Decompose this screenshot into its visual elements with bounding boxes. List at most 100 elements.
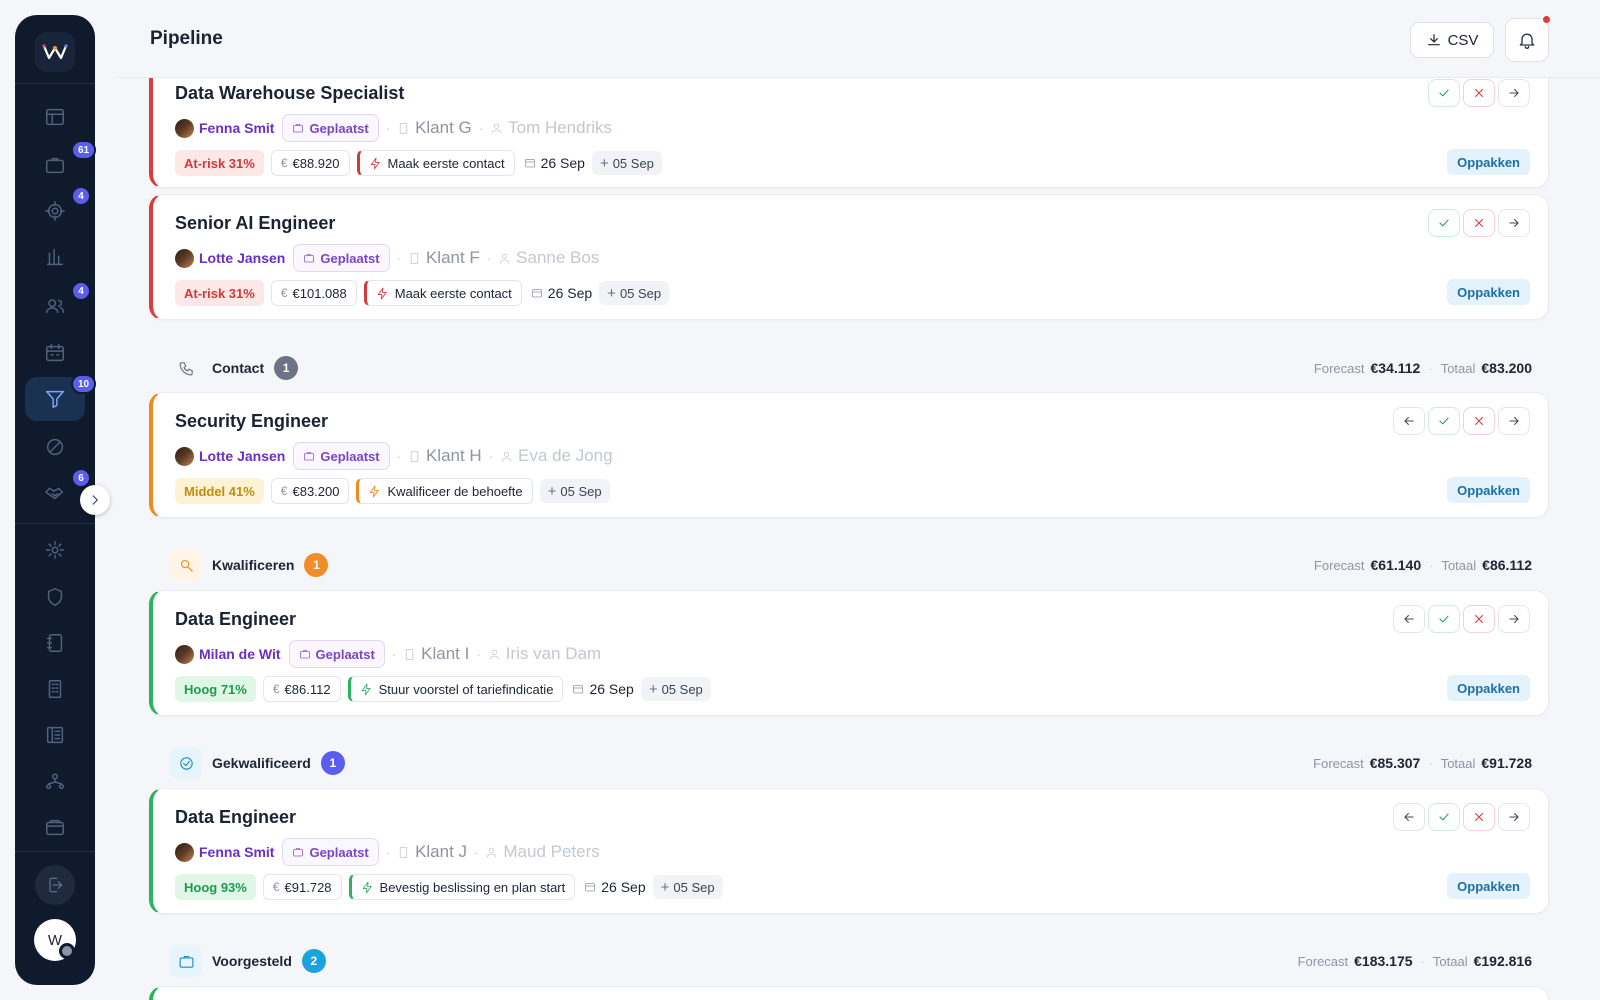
owner-name[interactable]: Fenna Smit bbox=[199, 120, 274, 136]
next-action-chip[interactable]: Stuur voorstel of tariefindicatie bbox=[347, 676, 564, 702]
contact-link[interactable]: Tom Hendriks bbox=[490, 118, 612, 138]
stage-header-gekwalificeerd[interactable]: Gekwalificeerd 1 Forecast €85.307 · Tota… bbox=[170, 747, 1532, 779]
client-link[interactable]: Klant H bbox=[408, 446, 482, 466]
status-tag: Geplaatst bbox=[282, 114, 379, 142]
owner-name[interactable]: Lotte Jansen bbox=[199, 250, 285, 266]
contact-link[interactable]: Maud Peters bbox=[485, 842, 600, 862]
stage-count: 1 bbox=[304, 553, 329, 577]
previous-stage-button[interactable] bbox=[1393, 407, 1425, 435]
nav-deals[interactable]: 6 bbox=[25, 468, 91, 515]
approve-button[interactable] bbox=[1428, 209, 1460, 237]
reject-button[interactable] bbox=[1463, 803, 1495, 831]
next-stage-button[interactable] bbox=[1498, 209, 1530, 237]
approve-button[interactable] bbox=[1428, 803, 1460, 831]
close-icon bbox=[1474, 812, 1484, 822]
notifications-button[interactable] bbox=[1505, 18, 1549, 62]
approve-button[interactable] bbox=[1428, 79, 1460, 107]
euro-icon: € bbox=[272, 880, 280, 894]
pickup-button[interactable]: Oppakken bbox=[1447, 873, 1530, 899]
nav-vacancies[interactable]: 61 bbox=[25, 140, 97, 187]
next-action-chip[interactable]: Maak eerste contact bbox=[363, 280, 522, 306]
nav-team[interactable] bbox=[25, 760, 85, 804]
nav-pipeline[interactable]: 10 bbox=[25, 374, 97, 421]
nav-analytics[interactable] bbox=[25, 235, 85, 279]
reject-button[interactable] bbox=[1463, 209, 1495, 237]
next-stage-button[interactable] bbox=[1498, 605, 1530, 633]
logout-button[interactable] bbox=[35, 865, 75, 905]
separator: · bbox=[478, 120, 484, 136]
value-chip: € €101.088 bbox=[270, 280, 357, 306]
pipeline-card[interactable]: Data Warehouse Specialist Fenna Smit Gep… bbox=[149, 62, 1549, 188]
nav-calendar[interactable] bbox=[25, 331, 85, 375]
separator: · bbox=[1429, 557, 1434, 573]
client-link[interactable]: Klant I bbox=[403, 644, 469, 664]
nav-blocked[interactable] bbox=[25, 425, 85, 469]
close-icon bbox=[1474, 416, 1484, 426]
pipeline-card[interactable] bbox=[149, 986, 1549, 1000]
client-link[interactable]: Klant J bbox=[397, 842, 467, 862]
plus-icon: + bbox=[547, 482, 557, 500]
next-action-chip[interactable]: Kwalificeer de behoefte bbox=[356, 478, 533, 504]
previous-stage-button[interactable] bbox=[1393, 605, 1425, 633]
contact-link[interactable]: Sanne Bos bbox=[498, 248, 599, 268]
client-link[interactable]: Klant F bbox=[408, 248, 480, 268]
nav-targets[interactable]: 4 bbox=[25, 186, 91, 233]
nav-companies[interactable] bbox=[25, 667, 85, 711]
approve-button[interactable] bbox=[1428, 605, 1460, 633]
followup-chip[interactable]: +05 Sep bbox=[599, 281, 670, 305]
card-actions bbox=[1428, 209, 1530, 237]
pickup-button[interactable]: Oppakken bbox=[1447, 279, 1530, 305]
app-logo[interactable] bbox=[35, 32, 75, 72]
nav-settings[interactable] bbox=[25, 528, 85, 572]
stage-header-contact[interactable]: Contact 1 Forecast €34.112 · Totaal €83.… bbox=[170, 352, 1532, 384]
pipeline-card[interactable]: Data Engineer Fenna Smit Geplaatst · Kla… bbox=[149, 788, 1549, 914]
sidebar-divider bbox=[15, 523, 95, 524]
previous-stage-button[interactable] bbox=[1393, 803, 1425, 831]
pipeline-card[interactable]: Data Engineer Milan de Wit Geplaatst · K… bbox=[149, 590, 1549, 716]
client-link[interactable]: Klant G bbox=[397, 118, 472, 138]
score-chip: At-risk 31% bbox=[175, 280, 264, 306]
next-stage-button[interactable] bbox=[1498, 803, 1530, 831]
next-stage-button[interactable] bbox=[1498, 79, 1530, 107]
next-action-chip[interactable]: Maak eerste contact bbox=[356, 150, 515, 176]
followup-chip[interactable]: +05 Sep bbox=[539, 479, 610, 503]
approve-button[interactable] bbox=[1428, 407, 1460, 435]
nav-security[interactable] bbox=[25, 575, 85, 619]
pickup-button[interactable]: Oppakken bbox=[1447, 477, 1530, 503]
followup-chip[interactable]: +05 Sep bbox=[591, 151, 662, 175]
nav-notes[interactable] bbox=[25, 621, 85, 665]
stage-header-kwalificeren[interactable]: Kwalificeren 1 Forecast €61.140 · Totaal… bbox=[170, 549, 1532, 581]
owner-name[interactable]: Fenna Smit bbox=[199, 844, 274, 860]
pipeline-card[interactable]: Security Engineer Lotte Jansen Geplaatst… bbox=[149, 392, 1549, 518]
next-stage-button[interactable] bbox=[1498, 407, 1530, 435]
next-action-label: Maak eerste contact bbox=[394, 285, 512, 301]
pipeline-card[interactable]: Senior AI Engineer Lotte Jansen Geplaats… bbox=[149, 194, 1549, 320]
chevron-right-icon bbox=[92, 495, 98, 505]
nav-badge: 4 bbox=[71, 186, 91, 206]
value-amount: €101.088 bbox=[292, 285, 347, 301]
owner-name[interactable]: Milan de Wit bbox=[199, 646, 281, 662]
value-amount: €88.920 bbox=[292, 155, 340, 171]
separator: · bbox=[391, 646, 397, 662]
notification-dot bbox=[1543, 16, 1550, 23]
total-label: Totaal bbox=[1440, 360, 1476, 376]
reject-button[interactable] bbox=[1463, 407, 1495, 435]
nav-ledger[interactable] bbox=[25, 713, 85, 757]
next-action-chip[interactable]: Bevestig beslissing en plan start bbox=[348, 874, 576, 900]
stage-header-voorgesteld[interactable]: Voorgesteld 2 Forecast €183.175 · Totaal… bbox=[170, 945, 1532, 977]
csv-export-button[interactable]: CSV bbox=[1410, 22, 1494, 58]
pickup-button[interactable]: Oppakken bbox=[1447, 149, 1530, 175]
reject-button[interactable] bbox=[1463, 79, 1495, 107]
nav-finance[interactable] bbox=[25, 806, 85, 850]
contact-link[interactable]: Eva de Jong bbox=[500, 446, 613, 466]
owner-name[interactable]: Lotte Jansen bbox=[199, 448, 285, 464]
followup-chip[interactable]: +05 Sep bbox=[640, 677, 711, 701]
followup-chip[interactable]: +05 Sep bbox=[652, 875, 723, 899]
sidebar-collapse-button[interactable] bbox=[80, 485, 110, 515]
pickup-button[interactable]: Oppakken bbox=[1447, 675, 1530, 701]
nav-candidates[interactable]: 4 bbox=[25, 281, 91, 328]
nav-dashboard[interactable] bbox=[25, 95, 85, 139]
separator: · bbox=[488, 448, 494, 464]
reject-button[interactable] bbox=[1463, 605, 1495, 633]
contact-link[interactable]: Iris van Dam bbox=[488, 644, 601, 664]
